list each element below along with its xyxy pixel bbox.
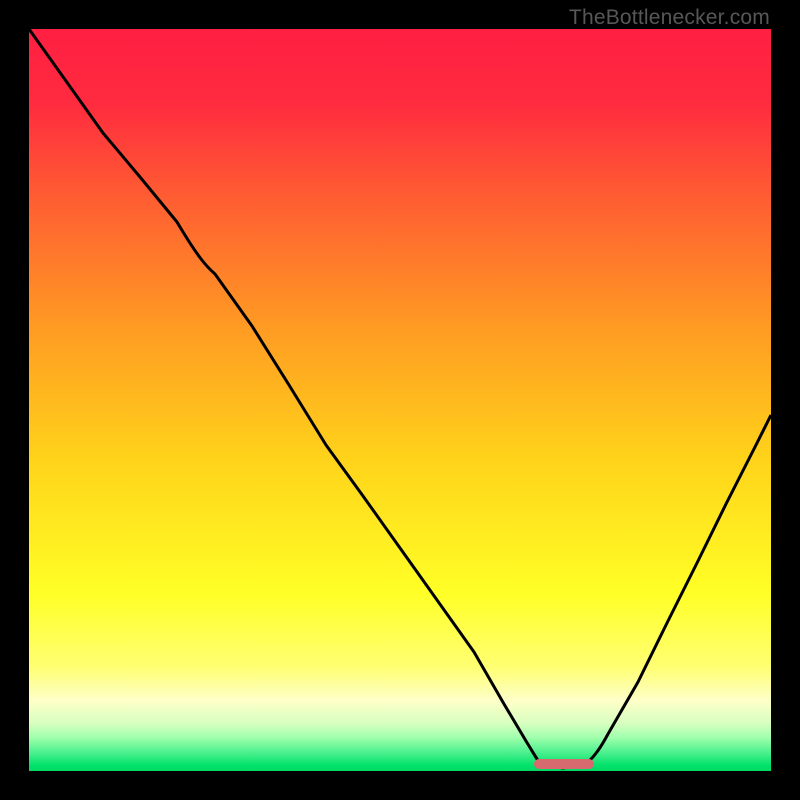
watermark-text: TheBottlenecker.com — [569, 6, 770, 30]
gradient-background — [29, 29, 771, 771]
optimum-marker — [534, 759, 594, 769]
chart-frame — [29, 29, 771, 771]
bottleneck-chart — [29, 29, 771, 771]
